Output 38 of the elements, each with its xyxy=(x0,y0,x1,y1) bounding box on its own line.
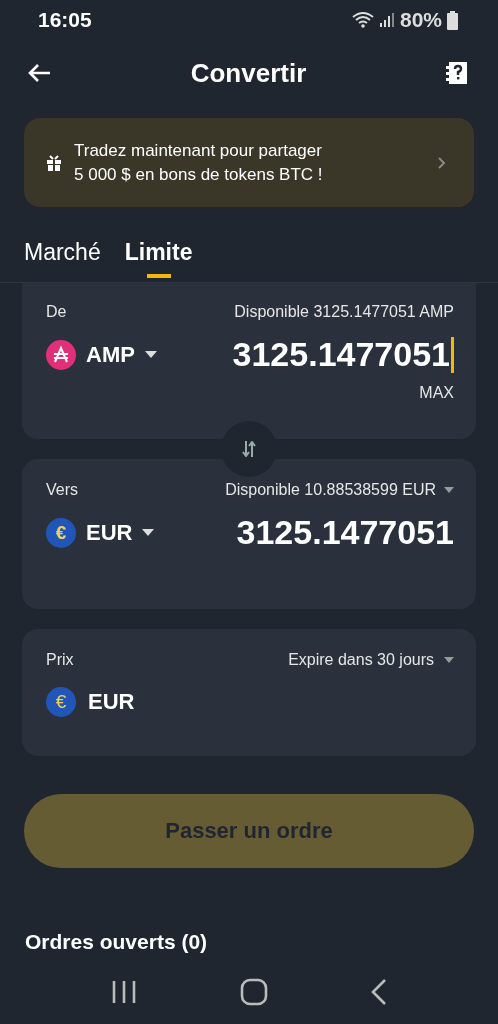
caret-icon[interactable] xyxy=(444,486,454,494)
max-button[interactable]: MAX xyxy=(419,384,454,402)
battery-icon xyxy=(447,10,458,30)
caret-icon xyxy=(144,350,157,359)
from-label: De xyxy=(46,303,67,321)
caret-icon xyxy=(142,528,155,537)
page-title: Convertir xyxy=(190,57,307,89)
chevron-right-icon xyxy=(438,156,446,169)
section-heading: Ordres ouverts (0) xyxy=(24,930,209,954)
price-label: Prix xyxy=(46,651,74,669)
banner-text: 5 000 $ en bons de tokens BTC ! xyxy=(74,164,324,185)
caret-icon xyxy=(444,656,454,664)
currency-selector[interactable]: € EUR xyxy=(46,517,155,548)
promo-banner[interactable]: Tradez maintenant pour partager 5 000 $ en bons de tokens BTC ! xyxy=(24,118,474,207)
status-time: 16:05 xyxy=(38,8,92,32)
tab[interactable]: Marché xyxy=(24,233,101,282)
home-icon[interactable] xyxy=(240,978,268,1006)
expiry-dropdown[interactable]: Expire dans 30 jours xyxy=(288,651,454,669)
swap-icon xyxy=(242,441,256,457)
euro-coin-icon: € xyxy=(46,517,76,548)
to-label: Vers xyxy=(46,481,78,499)
available-balance: Disponible 3125.1477051 AMP xyxy=(234,303,454,321)
help-document-icon[interactable] xyxy=(446,61,468,85)
recent-apps-icon[interactable] xyxy=(111,980,138,1004)
battery-level: 80% xyxy=(399,8,442,32)
available-balance: Disponible 10.88538599 EUR xyxy=(225,481,436,499)
currency-selector[interactable]: AMP xyxy=(46,339,157,370)
euro-coin-icon: € xyxy=(46,687,76,717)
converted-amount: 3125.1477051 xyxy=(236,513,454,552)
gift-icon xyxy=(46,154,62,171)
amount-input[interactable]: 3125.1477051 xyxy=(232,335,454,374)
wifi-icon xyxy=(351,11,374,29)
banner-text: Tradez maintenant pour partager xyxy=(74,140,323,161)
signal-icon xyxy=(378,12,395,28)
price-currency: EUR xyxy=(88,689,135,715)
back-icon[interactable] xyxy=(370,979,387,1005)
back-arrow-icon[interactable] xyxy=(27,63,51,83)
amp-coin-icon xyxy=(46,339,76,370)
